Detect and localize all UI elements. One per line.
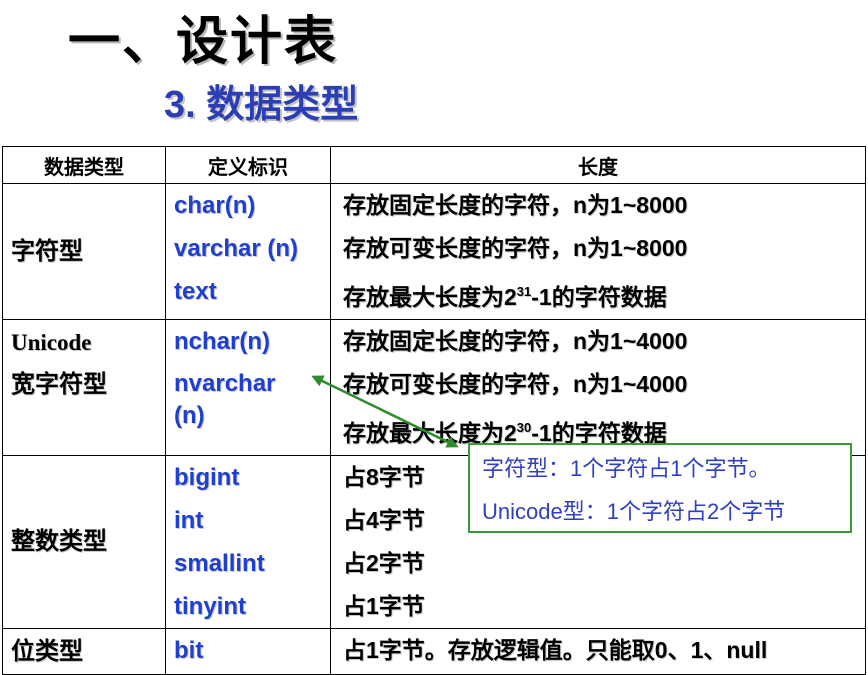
- definition-cell: nchar(n) nvarchar (n): [165, 319, 331, 456]
- category-cell: 整数类型: [2, 455, 166, 629]
- definition-item: tinyint: [174, 593, 246, 620]
- length-cell: 存放固定长度的字符，n为1~8000 存放可变长度的字符，n为1~8000 存放…: [330, 183, 866, 320]
- table-header-row: 数据类型 定义标识 长度: [2, 146, 866, 184]
- category-label: 字符型: [11, 237, 83, 265]
- definition-item: smallint: [174, 550, 265, 577]
- note-callout: 字符型：1个字符占1个字节。 Unicode型：1个字符占2个字节: [468, 443, 852, 533]
- length-exponent: 30: [516, 420, 532, 435]
- length-item: 存放最大长度为231-1的字符数据: [343, 270, 865, 319]
- length-exponent: 31: [516, 284, 532, 299]
- category-label-line1: Unicode: [11, 330, 92, 355]
- header-length: 长度: [330, 146, 866, 184]
- definition-cell: bigint int smallint tinyint: [165, 455, 331, 629]
- length-item: 占1字节。存放逻辑值。只能取0、1、null: [343, 637, 768, 663]
- category-label: 位类型: [11, 637, 83, 665]
- length-item: 存放固定长度的字符，n为1~4000: [343, 328, 688, 354]
- definition-cell: bit: [165, 628, 331, 675]
- page-title: 一、设计表: [68, 13, 339, 71]
- header-definition: 定义标识: [165, 146, 331, 184]
- length-text-suffix: -1的字符数据: [531, 284, 667, 310]
- definition-item: bit: [174, 637, 204, 664]
- callout-line-1: 字符型：1个字符占1个字节。: [482, 456, 771, 481]
- definition-item: char(n): [174, 192, 256, 219]
- definition-item: varchar (n): [174, 235, 299, 262]
- table-row: 字符型 char(n) varchar (n) text 存放固定长度的字符，n…: [2, 183, 866, 320]
- table-row: 位类型 bit 占1字节。存放逻辑值。只能取0、1、null: [2, 628, 866, 675]
- table-row: Unicode 宽字符型 nchar(n) nvarchar (n) 存放固定长…: [2, 319, 866, 456]
- definition-item: nchar(n): [174, 328, 270, 355]
- category-cell: 字符型: [2, 183, 166, 320]
- category-label-line2: 宽字符型: [11, 371, 107, 398]
- definition-cell: char(n) varchar (n) text: [165, 183, 331, 320]
- definition-item: text: [174, 278, 217, 305]
- header-data-type: 数据类型: [2, 146, 166, 184]
- length-item: 占1字节: [343, 593, 425, 619]
- definition-item: bigint: [174, 464, 240, 491]
- length-text-prefix: 存放最大长度为2: [343, 284, 517, 310]
- length-cell: 占1字节。存放逻辑值。只能取0、1、null: [330, 628, 866, 675]
- category-cell: 位类型: [2, 628, 166, 675]
- length-item: 存放可变长度的字符，n为1~8000: [343, 235, 688, 261]
- callout-line-2: Unicode型：1个字符占2个字节: [482, 499, 786, 524]
- definition-item: int: [174, 507, 204, 534]
- data-types-table: 数据类型 定义标识 长度 字符型 char(n) varchar (n) tex…: [2, 146, 866, 675]
- length-cell: 存放固定长度的字符，n为1~4000 存放可变长度的字符，n为1~4000 存放…: [330, 319, 866, 456]
- category-cell: Unicode 宽字符型: [2, 319, 166, 456]
- length-item: 存放固定长度的字符，n为1~8000: [343, 192, 688, 218]
- definition-item: nvarchar (n): [174, 370, 276, 429]
- category-label: 整数类型: [11, 528, 107, 555]
- length-item: 占2字节: [343, 550, 425, 576]
- section-subtitle: 3. 数据类型: [164, 84, 359, 126]
- length-item: 存放可变长度的字符，n为1~4000: [343, 371, 688, 397]
